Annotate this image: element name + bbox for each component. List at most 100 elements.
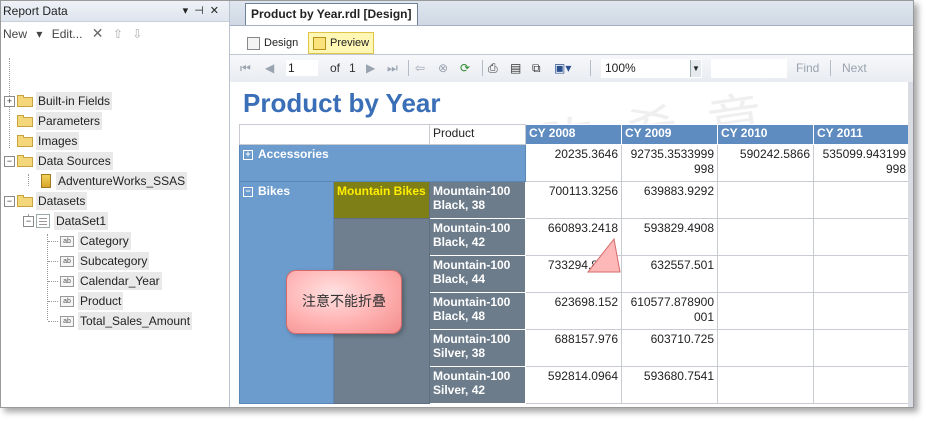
- export-icon[interactable]: ▣▾: [554, 60, 571, 76]
- preview-icon: [313, 36, 326, 50]
- delete-icon[interactable]: ✕: [92, 25, 104, 41]
- next-page-icon[interactable]: ▶: [366, 60, 375, 76]
- move-down-icon[interactable]: ⇩: [132, 27, 142, 41]
- print-layout-icon[interactable]: ▤: [510, 60, 521, 76]
- tree-item-data-source[interactable]: AdventureWorks_SSAS: [41, 172, 188, 190]
- tree-item-data-sources[interactable]: − Data Sources: [4, 152, 113, 170]
- report-preview: 陈希章 Product by Year Product CY 2008 CY 2…: [230, 82, 913, 407]
- value-cell: 593680.7541: [621, 366, 718, 404]
- field-icon: ab: [60, 295, 74, 307]
- collapse-icon[interactable]: −: [243, 187, 253, 197]
- value-cell: 639883.9292: [621, 181, 718, 219]
- stop-icon[interactable]: ⊗: [438, 60, 448, 76]
- tree-item-field[interactable]: ab Subcategory: [60, 252, 150, 270]
- value-cell: 92735.3533999998: [621, 144, 718, 182]
- document-tab[interactable]: Product by Year.rdl [Design]: [245, 3, 418, 25]
- collapse-icon[interactable]: −: [4, 155, 15, 167]
- value-cell: 593829.4908: [621, 218, 718, 256]
- next-button[interactable]: Next: [842, 60, 867, 76]
- value-cell: 610577.878900001: [621, 292, 718, 330]
- year-header: CY 2011: [813, 124, 910, 145]
- pin-icon[interactable]: ⊣: [194, 5, 210, 17]
- tab-design[interactable]: Design: [242, 32, 303, 54]
- tree-item-parameters[interactable]: Parameters: [17, 112, 103, 130]
- value-cell: 592814.0964: [525, 366, 622, 404]
- product-cell: Mountain-100 Silver, 42: [429, 366, 526, 404]
- back-icon[interactable]: ⇦: [415, 60, 425, 76]
- value-cell: 590242.5866: [717, 144, 814, 182]
- value-cell: [717, 366, 814, 404]
- product-cell: Mountain-100 Black, 42: [429, 218, 526, 256]
- folder-icon: [17, 95, 33, 107]
- current-page-input[interactable]: 1: [286, 60, 318, 76]
- collapse-icon[interactable]: −: [4, 195, 15, 207]
- panel-toolbar: New ▾ Edit... ✕ ⇧ ⇩: [1, 22, 229, 44]
- tree-item-images[interactable]: Images: [17, 132, 80, 150]
- tree-item-builtin-fields[interactable]: + Built-in Fields: [4, 92, 113, 110]
- product-cell: Mountain-100 Black, 44: [429, 255, 526, 293]
- expand-icon[interactable]: +: [4, 95, 15, 107]
- value-cell: 688157.976: [525, 329, 622, 367]
- report-data-panel: Report Data ▾⊣✕ New ▾ Edit... ✕ ⇧ ⇩ + Bu…: [1, 1, 230, 407]
- print-icon[interactable]: ⎙: [488, 60, 498, 76]
- last-page-icon[interactable]: ⏭: [387, 60, 398, 76]
- tab-preview[interactable]: Preview: [308, 32, 375, 54]
- dataset-icon: [36, 214, 50, 228]
- chevron-down-icon[interactable]: ▼: [690, 60, 701, 77]
- value-cell: [717, 181, 814, 219]
- value-cell: [717, 292, 814, 330]
- move-up-icon[interactable]: ⇧: [113, 27, 123, 41]
- refresh-icon[interactable]: ⟳: [460, 60, 470, 76]
- value-cell: [813, 218, 910, 256]
- report-viewer-toolbar: ⏮ ◀ 1 of 1 ▶ ⏭ ⇦ ⊗ ⟳ ⎙ ▤ ⧉ ▣▾ 100% ▼ Fin…: [230, 55, 913, 83]
- report-title: Product by Year: [243, 88, 441, 118]
- product-cell: Mountain-100 Silver, 38: [429, 329, 526, 367]
- page-setup-icon[interactable]: ⧉: [532, 60, 541, 76]
- value-cell: 603710.725: [621, 329, 718, 367]
- value-cell: [813, 292, 910, 330]
- matrix-table: Product CY 2008 CY 2009 CY 2010 CY 2011 …: [239, 124, 910, 404]
- table-row: − Bikes Mountain Bikes Mountain-100 Black…: [239, 181, 910, 404]
- tree-item-field[interactable]: ab Calendar_Year: [60, 272, 162, 290]
- panel-controls: ▾⊣✕: [183, 1, 225, 21]
- tree-item-field[interactable]: ab Category: [60, 232, 131, 250]
- folder-icon: [17, 155, 33, 167]
- collapse-icon[interactable]: −: [23, 215, 34, 227]
- value-cell: 660893.2418: [525, 218, 622, 256]
- product-cell: Mountain-100 Black, 48: [429, 292, 526, 330]
- find-button[interactable]: Find: [796, 60, 819, 76]
- value-cell: 623698.152: [525, 292, 622, 330]
- table-row: + Accessories 20235.3646 92735.3533999998…: [239, 144, 910, 182]
- zoom-select[interactable]: 100% ▼: [601, 59, 702, 78]
- tree-item-field[interactable]: ab Product: [60, 292, 124, 310]
- value-cell: [717, 329, 814, 367]
- tree-item-field[interactable]: ab Total_Sales_Amount: [60, 312, 193, 330]
- expand-icon[interactable]: +: [243, 150, 253, 160]
- year-header: CY 2008: [525, 124, 622, 145]
- edit-button[interactable]: Edit...: [52, 27, 83, 41]
- design-icon: [247, 36, 260, 50]
- data-source-icon: [41, 174, 51, 188]
- previous-page-icon[interactable]: ◀: [265, 60, 274, 76]
- new-button[interactable]: New ▾: [3, 27, 42, 41]
- first-page-icon[interactable]: ⏮: [240, 60, 251, 76]
- vertical-scrollbar[interactable]: [908, 82, 913, 407]
- tree-item-datasets[interactable]: − Datasets: [4, 192, 88, 210]
- product-header: Product: [429, 124, 526, 145]
- value-cell: [813, 255, 910, 293]
- value-cell: [813, 329, 910, 367]
- category-accessories[interactable]: + Accessories: [239, 144, 526, 182]
- annotation-callout: 注意不能折叠: [286, 270, 402, 334]
- field-icon: ab: [60, 235, 74, 247]
- of-label: of: [330, 61, 341, 75]
- close-icon[interactable]: ✕: [210, 5, 225, 17]
- panel-dropdown-icon[interactable]: ▾: [183, 5, 195, 17]
- corner-cell: [239, 124, 430, 145]
- view-tab-strip: Design Preview: [230, 26, 913, 55]
- header-row: Product CY 2008 CY 2009 CY 2010 CY 2011: [239, 124, 910, 145]
- value-cell: 700113.3256: [525, 181, 622, 219]
- folder-icon: [17, 135, 33, 147]
- tree-item-dataset[interactable]: − DataSet1: [23, 212, 109, 230]
- find-input[interactable]: [711, 59, 787, 78]
- field-icon: ab: [60, 315, 74, 327]
